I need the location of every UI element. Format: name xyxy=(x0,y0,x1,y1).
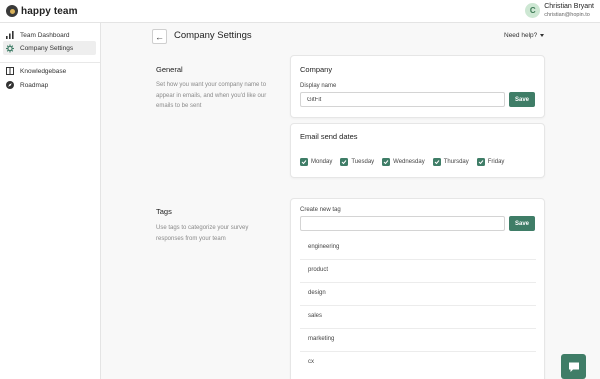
help-dropdown[interactable]: Need help? xyxy=(504,32,545,39)
sidebar-item-label: Roadmap xyxy=(20,81,49,89)
sidebar-item-label: Company Settings xyxy=(20,44,74,52)
chevron-down-icon xyxy=(540,34,545,37)
sidebar-item-label: Knowledgebase xyxy=(20,67,67,75)
general-description: Set how you want your company name to ap… xyxy=(156,82,267,109)
create-tag-label: Create new tag xyxy=(300,207,341,213)
tags-description: Use tags to categorize your survey respo… xyxy=(156,225,249,242)
sidebar-item-company-settings[interactable]: Company Settings xyxy=(3,41,96,55)
page-title: Company Settings xyxy=(174,30,252,41)
arrow-left-icon: ← xyxy=(155,31,164,42)
list-item[interactable]: cx xyxy=(300,352,536,375)
day-label: Tuesday xyxy=(351,159,375,165)
checkbox-checked-icon[interactable] xyxy=(382,158,391,166)
display-name-label: Display name xyxy=(300,83,337,89)
list-item[interactable]: engineering xyxy=(300,237,536,260)
tag-label: sales xyxy=(308,313,323,319)
display-name-input[interactable] xyxy=(300,92,505,107)
tags-title: Tags xyxy=(156,207,172,216)
day-monday[interactable]: Monday xyxy=(300,158,332,166)
day-label: Monday xyxy=(311,159,333,165)
checkbox-checked-icon[interactable] xyxy=(476,158,485,166)
tag-label: design xyxy=(308,290,326,296)
list-item[interactable]: design xyxy=(300,283,536,306)
day-tuesday[interactable]: Tuesday xyxy=(340,158,374,166)
sidebar-item-team-dashboard[interactable]: Team Dashboard xyxy=(3,28,96,42)
compass-icon xyxy=(6,81,14,89)
brand-name: happy team xyxy=(21,5,78,17)
day-label: Wednesday xyxy=(393,159,425,165)
sidebar-item-label: Team Dashboard xyxy=(20,31,70,39)
avatar: C xyxy=(525,3,541,18)
sidebar-divider xyxy=(0,62,100,63)
logo[interactable]: happy team xyxy=(6,5,78,17)
book-icon xyxy=(6,67,14,75)
top-bar: happy team C Christian Bryant christian@… xyxy=(0,0,600,23)
bar-chart-icon xyxy=(6,31,14,39)
tag-label: marketing xyxy=(308,336,335,342)
day-wednesday[interactable]: Wednesday xyxy=(382,158,425,166)
day-label: Thursday xyxy=(443,159,469,165)
sidebar-item-knowledgebase[interactable]: Knowledgebase xyxy=(3,64,96,78)
list-item[interactable]: sales xyxy=(300,306,536,329)
gear-icon xyxy=(6,44,14,52)
back-button[interactable]: ← xyxy=(152,29,167,44)
tag-save-button[interactable]: Save xyxy=(509,216,535,231)
general-title: General xyxy=(156,65,183,74)
sidebar-item-roadmap[interactable]: Roadmap xyxy=(3,78,96,92)
chat-button[interactable] xyxy=(561,354,586,379)
tag-label: engineering xyxy=(308,244,340,250)
tag-label: product xyxy=(308,267,329,273)
checkbox-checked-icon[interactable] xyxy=(340,158,349,166)
day-thursday[interactable]: Thursday xyxy=(432,158,469,166)
chat-bubble-icon xyxy=(568,362,579,372)
email-card-title: Email send dates xyxy=(300,132,358,141)
company-save-button[interactable]: Save xyxy=(509,92,535,107)
day-label: Friday xyxy=(487,159,505,165)
user-email: christian@hopin.to xyxy=(544,12,590,18)
create-tag-input[interactable] xyxy=(300,216,505,231)
list-item[interactable]: marketing xyxy=(300,329,536,352)
user-name: Christian Bryant xyxy=(544,3,594,10)
company-card-title: Company xyxy=(300,65,333,74)
user-menu[interactable]: C Christian Bryant christian@hopin.to xyxy=(525,2,594,19)
checkbox-checked-icon[interactable] xyxy=(432,158,441,166)
list-item[interactable]: product xyxy=(300,260,536,283)
logo-icon xyxy=(6,5,18,17)
tag-label: cx xyxy=(308,359,314,365)
checkbox-checked-icon[interactable] xyxy=(300,158,308,166)
day-friday[interactable]: Friday xyxy=(476,158,505,166)
sidebar: Team Dashboard Company Settings Knowledg… xyxy=(0,23,101,379)
day-checkboxes: Monday Tuesday Wednesday Thursday Friday xyxy=(300,158,512,166)
help-label: Need help? xyxy=(504,32,538,39)
